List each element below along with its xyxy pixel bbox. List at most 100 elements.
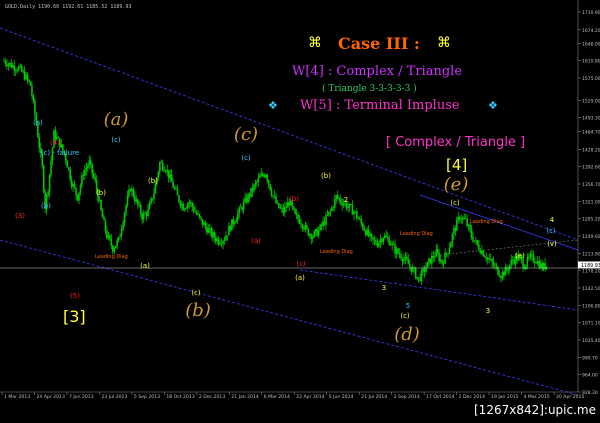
candle-body — [257, 177, 260, 182]
candle-body — [428, 258, 430, 262]
x-tick-label: 7 Jun 2013 — [69, 394, 94, 400]
candle-body — [461, 217, 464, 220]
candle-body — [197, 213, 199, 215]
candle-body — [275, 196, 277, 204]
candle-body — [416, 276, 418, 279]
candle-body — [117, 237, 120, 241]
candle-body — [126, 195, 129, 206]
candle-body — [284, 206, 286, 213]
candle-body — [256, 181, 258, 184]
candle-body — [323, 221, 326, 225]
candle-body — [223, 240, 226, 242]
candle-body — [536, 260, 539, 264]
candle-body — [231, 219, 233, 231]
leading-diag-note: Leading Diag — [320, 249, 353, 255]
candle-body — [209, 228, 211, 229]
wave-label: 3 — [486, 307, 490, 315]
candle-body — [85, 168, 88, 171]
candle-body — [173, 187, 176, 189]
candle-body — [279, 207, 282, 209]
candle-body — [17, 66, 20, 71]
candle-body — [6, 64, 8, 67]
y-tick-label: 1178.20 — [582, 269, 600, 275]
candle-body — [239, 207, 242, 209]
candle-body — [263, 175, 266, 177]
candle-body — [432, 255, 435, 258]
candle-body — [261, 173, 264, 176]
candle-body — [389, 244, 392, 246]
candle-body — [398, 253, 401, 255]
candle-body — [463, 217, 465, 219]
chart-window: (3) (4) (5) (a) (c) - failure (b) (c) (b) (a) (c)… — [0, 0, 600, 418]
candle-body — [217, 238, 220, 245]
candle-body — [16, 70, 19, 72]
y-tick-label: 964.00 — [582, 373, 598, 379]
candle-body — [426, 261, 429, 268]
x-tick-label: 5 Jun 2014 — [329, 394, 354, 400]
candle-body — [403, 259, 405, 262]
candle-body — [364, 230, 367, 236]
candle-body — [178, 195, 180, 202]
candle-body — [410, 266, 413, 272]
candle-body — [470, 229, 473, 237]
candle-body — [282, 207, 285, 213]
candle-body — [98, 199, 101, 201]
candle-body — [467, 224, 470, 226]
candle-body — [207, 228, 210, 233]
candle-body — [492, 262, 495, 266]
candle-body — [325, 215, 327, 225]
candle-body — [78, 192, 80, 201]
candle-body — [397, 248, 399, 254]
candle-body — [29, 81, 32, 86]
y-tick-label: 1428.20 — [582, 147, 600, 153]
candle-body — [276, 203, 279, 204]
wave-label: (b) — [289, 195, 299, 203]
candle-body — [511, 260, 514, 261]
candle-body — [114, 245, 117, 249]
candle-body — [316, 229, 318, 236]
candle-body — [185, 207, 188, 209]
candle-body — [414, 268, 417, 279]
candle-body — [270, 190, 273, 196]
leading-diag-note: Leading Diag — [470, 219, 503, 225]
wave5-title: W[5] : Terminal Impluse — [300, 98, 460, 113]
candle-body — [464, 218, 467, 220]
candle-body — [356, 211, 358, 219]
candle-body — [72, 183, 74, 187]
y-tick-label: 1035.40 — [582, 338, 600, 344]
candle-body — [311, 237, 314, 239]
candle-body — [216, 238, 218, 242]
candle-body — [326, 214, 329, 216]
wave-label: 4 — [550, 216, 555, 224]
major-wave-label: (c) — [234, 124, 258, 145]
candle-body — [150, 198, 152, 204]
candle-body — [500, 276, 502, 279]
candle-body — [139, 205, 142, 215]
candle-body — [82, 175, 85, 176]
candle-body — [14, 70, 17, 72]
candle-body — [176, 189, 179, 196]
candle-body — [394, 244, 396, 254]
candle-body — [438, 253, 440, 261]
candle-body — [360, 218, 363, 224]
candle-body — [19, 65, 21, 67]
y-tick-label: 1213.90 — [582, 251, 600, 257]
candle-body — [264, 174, 267, 177]
candle-body — [125, 205, 127, 213]
candle-body — [442, 263, 445, 265]
candle-body — [481, 250, 483, 254]
major-wave-label: (e) — [444, 174, 469, 195]
candle-body — [75, 187, 77, 195]
candle-body — [369, 233, 371, 237]
candle-body — [101, 209, 104, 218]
wave4-subtitle: ( Triangle 3-3-3-3-3 ) — [322, 83, 417, 94]
candle-body — [406, 256, 408, 260]
wave-label: (a) — [140, 262, 150, 270]
candle-body — [391, 243, 393, 246]
candle-body — [372, 237, 374, 240]
wave-label: (c) — [546, 227, 556, 235]
candle-body — [69, 169, 71, 180]
candle-body — [331, 207, 333, 211]
candle-body — [420, 270, 423, 282]
candle-body — [23, 71, 26, 80]
